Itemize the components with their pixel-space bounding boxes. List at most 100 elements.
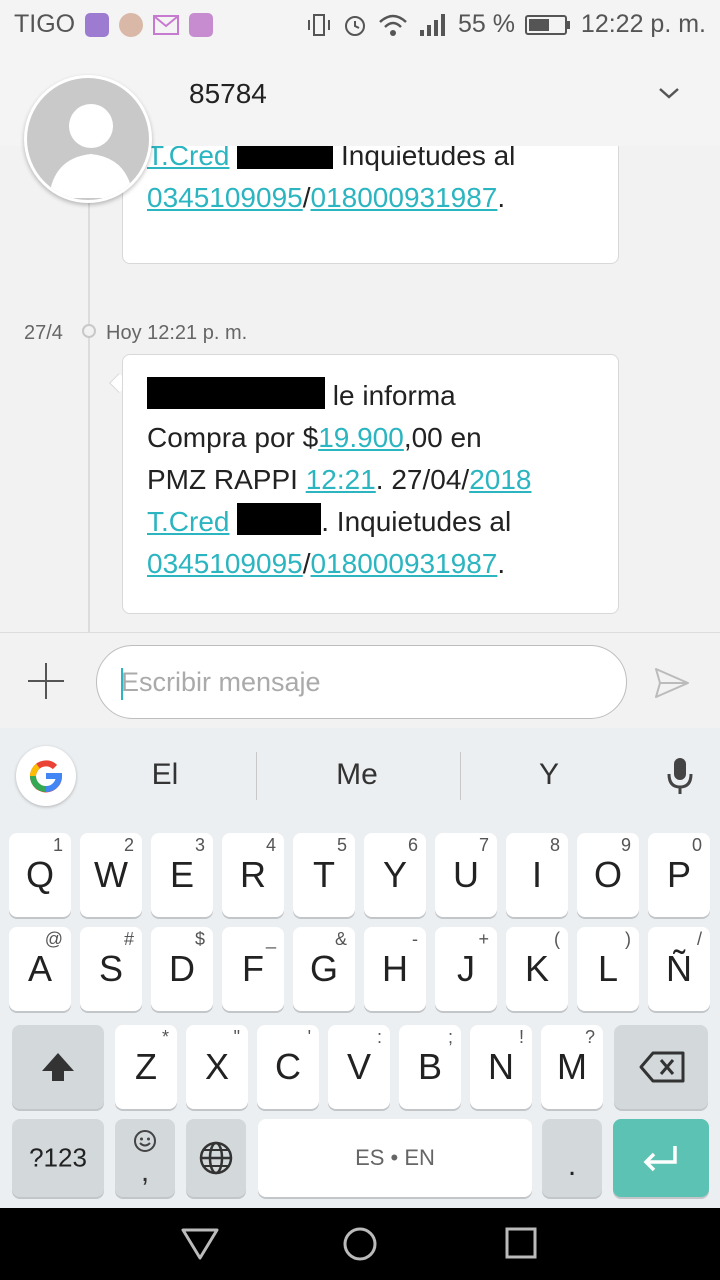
key-o[interactable]: O9 [577,833,639,917]
recents-icon[interactable] [504,1226,538,1260]
card-link[interactable]: T.Cred [147,506,229,537]
key-secondary-label: 0 [691,835,702,855]
key-e[interactable]: E3 [151,833,213,917]
symbols-key-label: ?123 [29,1142,87,1173]
backspace-key[interactable] [614,1025,708,1109]
key-q[interactable]: Q1 [9,833,71,917]
signal-icon [419,13,445,36]
key-label: E [169,854,194,895]
contact-title[interactable]: 85784 [189,78,267,110]
key-x[interactable]: X " [186,1025,248,1109]
period-key[interactable]: . [542,1119,602,1197]
google-logo-icon[interactable] [16,746,76,806]
key-secondary-label: 4 [265,835,276,855]
phone-link[interactable]: 0345109095 [147,182,303,213]
suggestion-word[interactable]: Me [302,758,412,792]
key-label: X [204,1046,229,1087]
avatar[interactable] [24,75,152,203]
key-u[interactable]: U7 [435,833,497,917]
message-text: / [302,548,311,579]
key-label: N [488,1046,514,1087]
key-w[interactable]: W2 [80,833,142,917]
key-k[interactable]: K( [506,927,568,1011]
key-secondary-label: _ [265,929,276,949]
key-secondary-label: # [123,929,134,949]
enter-key[interactable] [613,1119,709,1197]
suggestion-strip: El Me Y [0,728,720,820]
key-c[interactable]: C ' [257,1025,319,1109]
suggestion-word[interactable]: El [110,758,220,792]
message-input[interactable]: Escribir mensaje [96,645,627,719]
period-label: . [567,1148,577,1182]
attach-plus-icon[interactable] [28,663,64,699]
key-secondary-label: + [478,929,489,949]
date-link[interactable]: 2018 [469,464,531,495]
redacted-block [237,146,334,169]
phone-link[interactable]: 018000931987 [311,548,498,579]
key-z[interactable]: Z * [115,1025,177,1109]
symbols-key[interactable]: ?123 [12,1119,104,1197]
message-text: / [302,182,311,213]
backspace-icon [639,1051,685,1083]
amount-link[interactable]: 19.900 [318,422,404,453]
key-secondary-label: 8 [549,835,560,855]
suggestion-word[interactable]: Y [494,758,604,792]
key-label: R [240,854,266,895]
key-p[interactable]: P0 [648,833,710,917]
home-icon[interactable] [342,1226,378,1262]
key-secondary-label: ) [625,929,631,949]
shift-arrow-icon [42,1053,74,1081]
key-secondary-label: ! [518,1027,524,1047]
key-v[interactable]: V: [328,1025,390,1109]
key-n[interactable]: N! [470,1025,532,1109]
key-r[interactable]: R4 [222,833,284,917]
comma-emoji-key[interactable]: , [115,1119,175,1197]
key-secondary-label: @ [44,929,63,949]
suggestion-divider [256,752,257,800]
microphone-icon[interactable] [666,756,694,796]
language-key[interactable] [186,1119,246,1197]
send-icon[interactable] [652,663,692,703]
message-bubble[interactable]: le informa Compra por $19.900,00 en PMZ … [122,354,619,614]
key-label: S [98,948,123,989]
redacted-block [147,377,325,409]
card-link[interactable]: T.Cred [147,146,229,171]
message-bubble[interactable]: T.Cred Inquietudes al 0345109095/0180009… [122,146,619,264]
key-label: Ñ [666,948,692,989]
back-icon[interactable] [180,1226,220,1262]
key-j[interactable]: J + [435,927,497,1011]
date-label: 27/4 [24,322,63,344]
alarm-icon [344,15,365,36]
key-f[interactable]: F _ [222,927,284,1011]
key-secondary-label: * [161,1027,169,1047]
message-text: le informa [332,380,456,411]
space-key[interactable]: ES • EN [258,1119,532,1197]
key-b[interactable]: B; [399,1025,461,1109]
key-i[interactable]: I8 [506,833,568,917]
gmail-icon [153,14,180,35]
enter-arrow-icon [643,1146,677,1172]
key-secondary-label: ( [554,929,560,949]
key-d[interactable]: D $ [151,927,213,1011]
key-ñ[interactable]: Ñ / [648,927,710,1011]
suggestion-divider [460,752,461,800]
key-y[interactable]: Y6 [364,833,426,917]
message-list[interactable]: T.Cred Inquietudes al 0345109095/0180009… [0,146,720,632]
key-secondary-label: / [696,929,702,949]
key-t[interactable]: T5 [293,833,355,917]
key-a[interactable]: A @ [9,927,71,1011]
redacted-block [237,503,322,535]
key-l[interactable]: L) [577,927,639,1011]
phone-link[interactable]: 0345109095 [147,548,303,579]
key-s[interactable]: S # [80,927,142,1011]
chevron-down-icon[interactable] [654,78,684,108]
key-h[interactable]: H- [364,927,426,1011]
time-link[interactable]: 12:21 [306,464,376,495]
shift-key[interactable] [12,1025,104,1109]
key-m[interactable]: M? [541,1025,603,1109]
key-label: F [242,948,264,989]
key-g[interactable]: G & [293,927,355,1011]
phone-link[interactable]: 018000931987 [311,182,498,213]
contact-photo-notification-icon [119,12,144,37]
key-label: U [453,854,479,895]
